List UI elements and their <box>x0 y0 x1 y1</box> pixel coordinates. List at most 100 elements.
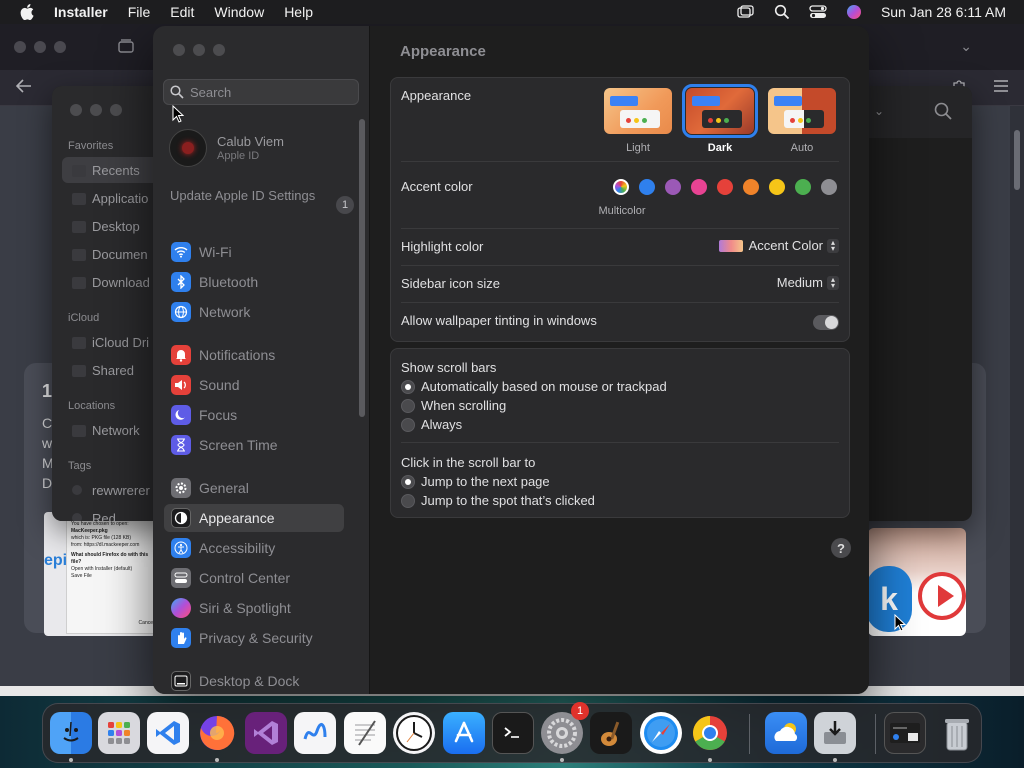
dialog-line: which is: PKG file (128 KB) <box>71 535 132 541</box>
finder-minimize-button[interactable] <box>90 104 102 116</box>
accent-swatch-graphite[interactable] <box>821 179 837 195</box>
sidebar-item-siri-spotlight[interactable]: Siri & Spotlight <box>164 594 344 622</box>
tab-list-chevron-icon[interactable]: ⌄ <box>960 38 972 55</box>
screen-mirroring-icon[interactable] <box>737 4 755 20</box>
dock-downloads-stack-icon[interactable] <box>884 712 926 754</box>
sidebar-scrollbar[interactable] <box>359 119 365 417</box>
accent-swatch-green[interactable] <box>795 179 811 195</box>
finder-item-desktop[interactable]: Desktop <box>92 219 140 234</box>
dock-chrome-icon[interactable] <box>689 712 731 754</box>
finder-item-documents[interactable]: Documen <box>92 247 148 262</box>
help-button[interactable]: ? <box>831 538 851 558</box>
browser-zoom-button[interactable] <box>54 41 66 53</box>
spotlight-search-icon[interactable] <box>773 4 791 20</box>
click-jump-next-page-radio[interactable]: Jump to the next page <box>401 474 550 489</box>
sidebar-item-accessibility[interactable]: Accessibility <box>164 534 344 562</box>
settings-zoom-button[interactable] <box>213 44 225 56</box>
search-icon[interactable] <box>934 102 952 120</box>
settings-close-button[interactable] <box>173 44 185 56</box>
dock-safari-icon[interactable] <box>640 712 682 754</box>
dock-firefox-icon[interactable] <box>196 712 238 754</box>
click-jump-spot-radio[interactable]: Jump to the spot that’s clicked <box>401 493 595 508</box>
scroll-bars-when-scrolling-radio[interactable]: When scrolling <box>401 398 506 413</box>
accent-swatch-blue[interactable] <box>639 179 655 195</box>
settings-search-field[interactable]: Search <box>163 79 359 105</box>
sidebar-item-privacy-security[interactable]: Privacy & Security <box>164 624 344 652</box>
card-line-4: D <box>42 475 53 491</box>
dock-weather-icon[interactable] <box>765 712 807 754</box>
accent-swatch-pink[interactable] <box>691 179 707 195</box>
scroll-bars-always-radio[interactable]: Always <box>401 417 462 432</box>
menu-help[interactable]: Help <box>284 4 313 20</box>
chevron-down-icon[interactable]: ⌄ <box>874 104 884 118</box>
sidebar-item-control-center[interactable]: Control Center <box>164 564 344 592</box>
sidebar-item-desktop-dock[interactable]: Desktop & Dock <box>164 667 344 694</box>
dock-installer-icon[interactable] <box>814 712 856 754</box>
download-dialog-thumbnail[interactable]: epi You have chosen to open: MacKeeper.p… <box>44 512 156 636</box>
settings-minimize-button[interactable] <box>193 44 205 56</box>
finder-item-network[interactable]: Network <box>92 423 140 438</box>
dock-icon <box>171 671 191 691</box>
sidebar-icon-size-popup[interactable]: Medium ▴ ▾ <box>777 275 839 290</box>
appearance-option-auto[interactable]: Auto <box>766 88 838 154</box>
sidebar-item-notifications[interactable]: Notifications <box>164 341 344 369</box>
sidebar-item-sound[interactable]: Sound <box>164 371 344 399</box>
highlight-color-popup[interactable]: Accent Color ▴ ▾ <box>718 238 839 253</box>
menubar-clock[interactable]: Sun Jan 28 6:11 AM <box>881 4 1006 20</box>
finder-item-icloud-drive[interactable]: iCloud Dri <box>92 335 149 350</box>
dock-trash-icon[interactable] <box>936 712 978 754</box>
browser-minimize-button[interactable] <box>34 41 46 53</box>
browser-scrollbar[interactable] <box>1010 106 1024 696</box>
appearance-option-dark[interactable]: Dark <box>682 84 758 154</box>
menu-file[interactable]: File <box>128 4 151 20</box>
sidebar-item-wifi[interactable]: Wi-Fi <box>164 238 344 266</box>
sidebar-item-focus[interactable]: Focus <box>164 401 344 429</box>
menu-app-name[interactable]: Installer <box>54 4 108 20</box>
control-center-icon[interactable] <box>809 4 827 20</box>
accent-swatch-multicolor[interactable] <box>613 179 629 195</box>
accent-swatch-yellow[interactable] <box>769 179 785 195</box>
scroll-bars-auto-radio[interactable]: Automatically based on mouse or trackpad <box>401 379 667 394</box>
dock-freeform-icon[interactable] <box>294 712 336 754</box>
dock-app-store-icon[interactable] <box>443 712 485 754</box>
sidebar-item-general[interactable]: General <box>164 474 344 502</box>
finder-item-tag[interactable]: rewwrerer <box>92 483 150 498</box>
accent-swatch-red[interactable] <box>717 179 733 195</box>
dock-launchpad-icon[interactable] <box>98 712 140 754</box>
dock-finder-icon[interactable] <box>50 712 92 754</box>
finder-item-shared[interactable]: Shared <box>92 363 134 378</box>
finder-item-applications[interactable]: Applicatio <box>92 191 148 206</box>
accent-swatch-purple[interactable] <box>665 179 681 195</box>
browser-close-button[interactable] <box>14 41 26 53</box>
dock-clock-icon[interactable] <box>393 712 435 754</box>
apple-id-profile[interactable]: Calub Viem Apple ID <box>169 129 284 167</box>
browser-scrollbar-thumb[interactable] <box>1014 130 1020 190</box>
appearance-option-light[interactable]: Light <box>602 88 674 154</box>
sidebar-item-network[interactable]: Network <box>164 298 344 326</box>
finder-close-button[interactable] <box>70 104 82 116</box>
dock-textedit-icon[interactable] <box>344 712 386 754</box>
app-icons-thumbnail[interactable]: k <box>868 528 966 636</box>
finder-zoom-button[interactable] <box>110 104 122 116</box>
dock-terminal-icon[interactable] <box>492 712 534 754</box>
update-apple-id-item[interactable]: Update Apple ID Settings 1 <box>170 188 354 214</box>
sidebar-item-appearance[interactable]: Appearance <box>164 504 344 532</box>
dialog-line: Open with Installer (default) <box>71 566 133 572</box>
hamburger-menu-icon[interactable] <box>994 80 1008 95</box>
dock-visual-studio-icon[interactable] <box>245 712 287 754</box>
menu-window[interactable]: Window <box>214 4 264 20</box>
sidebar-item-screen-time[interactable]: Screen Time <box>164 431 344 459</box>
sidebar-item-bluetooth[interactable]: Bluetooth <box>164 268 344 296</box>
finder-item-downloads[interactable]: Download <box>92 275 150 290</box>
finder-item-recents[interactable]: Recents <box>92 163 140 178</box>
finder-item-tag-red[interactable]: Red <box>92 511 116 521</box>
apple-menu-icon[interactable] <box>18 3 36 21</box>
back-arrow-icon[interactable] <box>15 79 32 96</box>
wallpaper-tinting-toggle[interactable] <box>813 315 839 330</box>
dock-garageband-icon[interactable] <box>590 712 632 754</box>
accent-swatch-orange[interactable] <box>743 179 759 195</box>
siri-icon[interactable] <box>845 4 863 20</box>
tab-overview-icon[interactable] <box>118 39 134 56</box>
menu-edit[interactable]: Edit <box>170 4 194 20</box>
dock-vscode-icon[interactable] <box>147 712 189 754</box>
